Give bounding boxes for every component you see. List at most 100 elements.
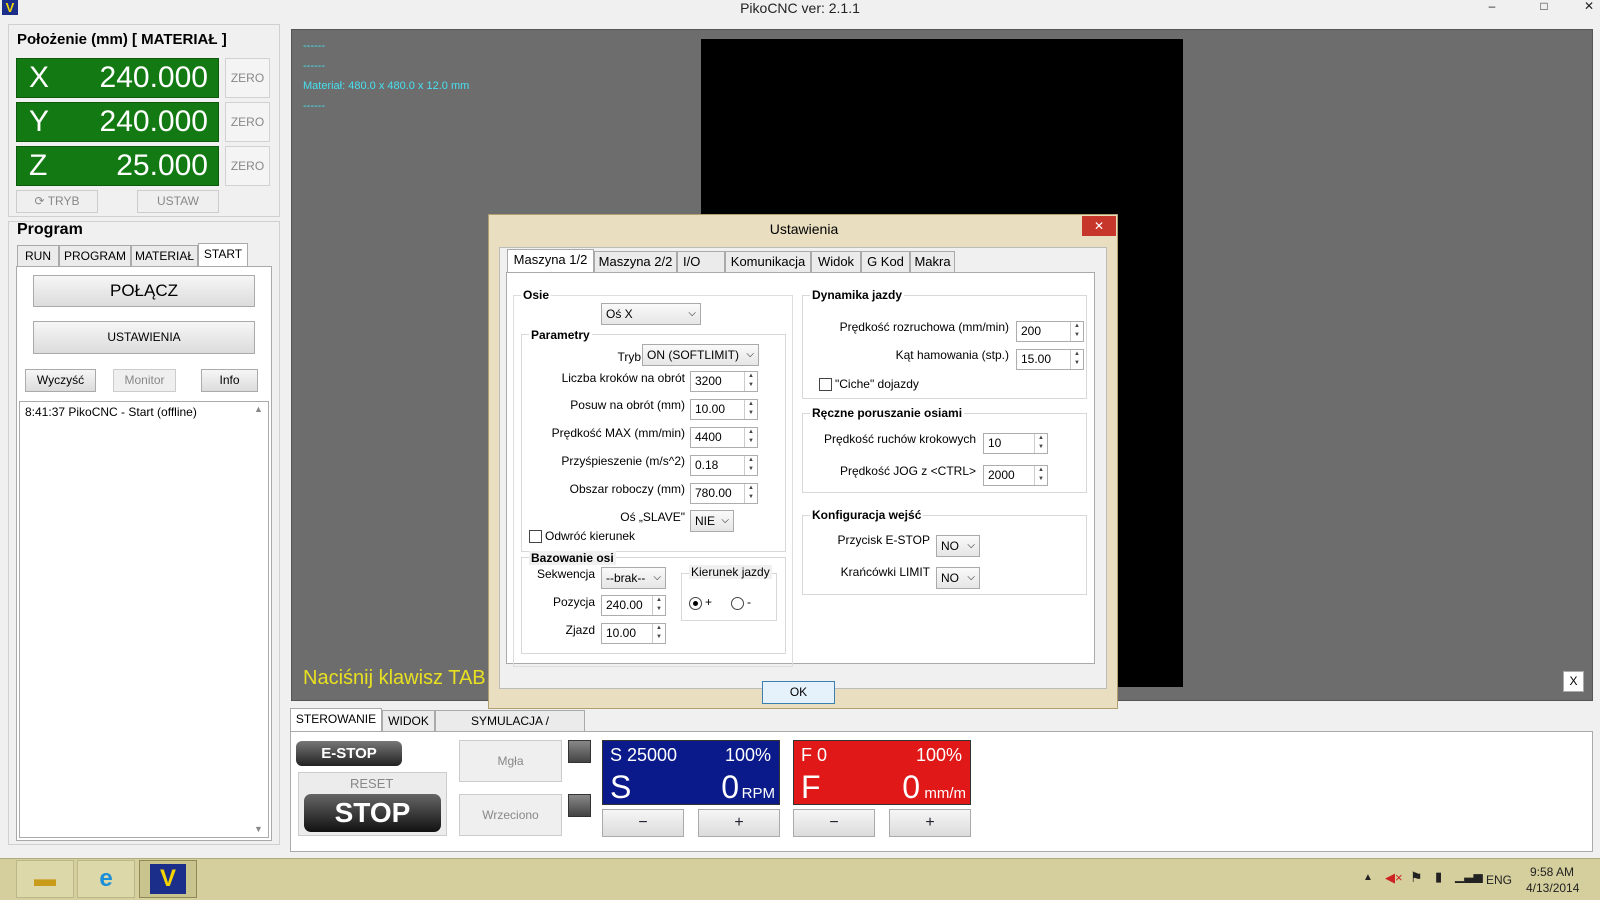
tab-view-settings[interactable]: Widok [811, 251, 861, 273]
internet-explorer-icon[interactable]: e [77, 860, 135, 898]
spindle-setpoint: S 25000 [610, 745, 678, 765]
tab-gcode[interactable]: G Kod [861, 251, 910, 273]
spindle-minus-button[interactable]: − [602, 809, 684, 837]
tab-machine-1[interactable]: Maszyna 1/2 [507, 249, 594, 273]
file-explorer-icon[interactable]: ▬ [16, 860, 74, 898]
close-viewport-button[interactable]: X [1563, 671, 1584, 692]
close-window-button[interactable]: ✕ [1580, 0, 1598, 14]
stop-button[interactable]: STOP [304, 794, 441, 832]
scroll-down-icon[interactable]: ▼ [254, 824, 263, 834]
x-axis-label: X [29, 61, 50, 94]
scroll-up-icon[interactable]: ▲ [254, 404, 263, 414]
tab-view[interactable]: WIDOK [382, 710, 435, 732]
clock-time[interactable]: 9:58 AM [1530, 865, 1574, 879]
spinner-arrows-icon[interactable]: ▲ ▼ [1070, 350, 1083, 369]
steps-value: 3200 [695, 374, 722, 388]
work-area-input[interactable]: 780.00 ▲ ▼ [690, 483, 758, 504]
step-speed-input[interactable]: 10 ▲ ▼ [983, 433, 1048, 454]
spinner-arrows-icon[interactable]: ▲ ▼ [744, 428, 757, 447]
tab-io[interactable]: I/O [677, 251, 725, 273]
log-list[interactable] [19, 401, 269, 838]
spinner-arrows-icon[interactable]: ▲ ▼ [744, 400, 757, 419]
feed-unit: mm/m [924, 785, 966, 802]
work-area-value: 780.00 [695, 486, 732, 500]
tab-communication[interactable]: Komunikacja [725, 251, 811, 273]
minimize-button[interactable]: – [1483, 0, 1501, 14]
dialog-close-button[interactable]: ✕ [1082, 216, 1116, 236]
spindle-button[interactable]: Wrzeciono [459, 794, 562, 836]
clock-date[interactable]: 4/13/2014 [1526, 881, 1579, 895]
connect-button[interactable]: POŁĄCZ [33, 275, 255, 307]
mode-select[interactable]: ON (SOFTLIMIT) ⌵ [642, 344, 759, 366]
tab-start[interactable]: START [198, 243, 248, 267]
spinner-arrows-icon[interactable]: ▲ ▼ [652, 596, 665, 615]
spinner-arrows-icon[interactable]: ▲ ▼ [652, 624, 665, 643]
start-speed-input[interactable]: 200 ▲ ▼ [1016, 321, 1084, 342]
network-signal-icon[interactable]: ▁▃▅ [1455, 869, 1483, 883]
action-center-flag-icon[interactable]: ⚑ [1410, 869, 1423, 886]
feed-override: 100% [915, 745, 962, 765]
language-indicator[interactable]: ENG [1486, 873, 1512, 887]
chevron-down-icon: ⌵ [967, 572, 975, 583]
settings-button[interactable]: USTAWIENIA [33, 321, 255, 354]
z-axis-readout: Z 25.000 [16, 146, 219, 186]
estop-input-select[interactable]: NO ⌵ [936, 535, 980, 557]
chevron-down-icon: ⌵ [746, 349, 754, 360]
zjazd-input[interactable]: 10.00 ▲ ▼ [601, 623, 666, 644]
volume-muted-icon[interactable]: ◀× [1385, 870, 1403, 886]
ustaw-button[interactable]: USTAW [137, 190, 219, 213]
homing-title: Bazowanie osi [529, 551, 616, 565]
clear-button[interactable]: Wyczyść [25, 369, 96, 392]
steps-input[interactable]: 3200 ▲ ▼ [690, 371, 758, 392]
spinner-arrows-icon[interactable]: ▲ ▼ [1034, 466, 1047, 485]
acceleration-input[interactable]: 0.18 ▲ ▼ [690, 455, 758, 476]
tab-program[interactable]: PROGRAM [59, 245, 131, 267]
spindle-plus-button[interactable]: + [698, 809, 780, 837]
monitor-button[interactable]: Monitor [113, 369, 176, 392]
tab-macros[interactable]: Makra [910, 251, 955, 273]
max-speed-input[interactable]: 4400 ▲ ▼ [690, 427, 758, 448]
limit-input-select[interactable]: NO ⌵ [936, 567, 980, 589]
jog-speed-input[interactable]: 2000 ▲ ▼ [983, 465, 1048, 486]
spinner-arrows-icon[interactable]: ▲ ▼ [744, 484, 757, 503]
direction-minus-radio[interactable] [731, 597, 744, 610]
ok-button[interactable]: OK [762, 681, 835, 704]
estop-button[interactable]: E-STOP [296, 741, 402, 766]
spinner-arrows-icon[interactable]: ▲ ▼ [744, 372, 757, 391]
tab-machine-2[interactable]: Maszyna 2/2 [594, 251, 677, 273]
reverse-direction-checkbox[interactable] [529, 530, 542, 543]
direction-plus-radio[interactable] [689, 597, 702, 610]
maximize-button[interactable]: □ [1535, 0, 1553, 14]
zero-y-button[interactable]: ZERO [225, 102, 270, 142]
info-button[interactable]: Info [201, 369, 258, 392]
zero-x-button[interactable]: ZERO [225, 58, 270, 98]
power-icon[interactable]: ▮ [1435, 869, 1442, 885]
slave-axis-select[interactable]: NIE ⌵ [690, 510, 734, 532]
tab-material[interactable]: MATERIAŁ [131, 245, 198, 267]
limit-input-value: NO [941, 571, 959, 585]
feed-minus-button[interactable]: − [793, 809, 875, 837]
position-input[interactable]: 240.00 ▲ ▼ [601, 595, 666, 616]
mist-button[interactable]: Mgła [459, 740, 562, 782]
tryb-button[interactable]: ⟳ TRYB [16, 190, 98, 213]
refresh-icon: ⟳ [34, 194, 48, 208]
feed-plus-button[interactable]: + [889, 809, 971, 837]
spinner-arrows-icon[interactable]: ▲ ▼ [1034, 434, 1047, 453]
brake-angle-input[interactable]: 15.00 ▲ ▼ [1016, 349, 1084, 370]
pikocnc-taskbar-icon[interactable]: V [139, 860, 197, 898]
show-hidden-icons-icon[interactable]: ▲ [1363, 872, 1373, 883]
feed-per-rev-input[interactable]: 10.00 ▲ ▼ [690, 399, 758, 420]
tab-run[interactable]: RUN [17, 245, 59, 267]
quiet-approach-checkbox[interactable] [819, 378, 832, 391]
spinner-arrows-icon[interactable]: ▲ ▼ [1070, 322, 1083, 341]
tab-simulation[interactable]: SYMULACJA / NARZĘDZIA [435, 710, 585, 748]
tryb-label: TRYB [47, 194, 80, 208]
axis-select[interactable]: Oś X ⌵ [601, 303, 701, 325]
zero-z-button[interactable]: ZERO [225, 146, 270, 186]
tab-control[interactable]: STEROWANIE [290, 708, 382, 732]
reset-label[interactable]: RESET [350, 776, 393, 791]
tab-hint: Naciśnij klawisz TAB [303, 667, 486, 689]
step-speed-value: 10 [988, 436, 1002, 450]
sequence-select[interactable]: --brak-- ⌵ [601, 567, 666, 589]
spinner-arrows-icon[interactable]: ▲ ▼ [744, 456, 757, 475]
